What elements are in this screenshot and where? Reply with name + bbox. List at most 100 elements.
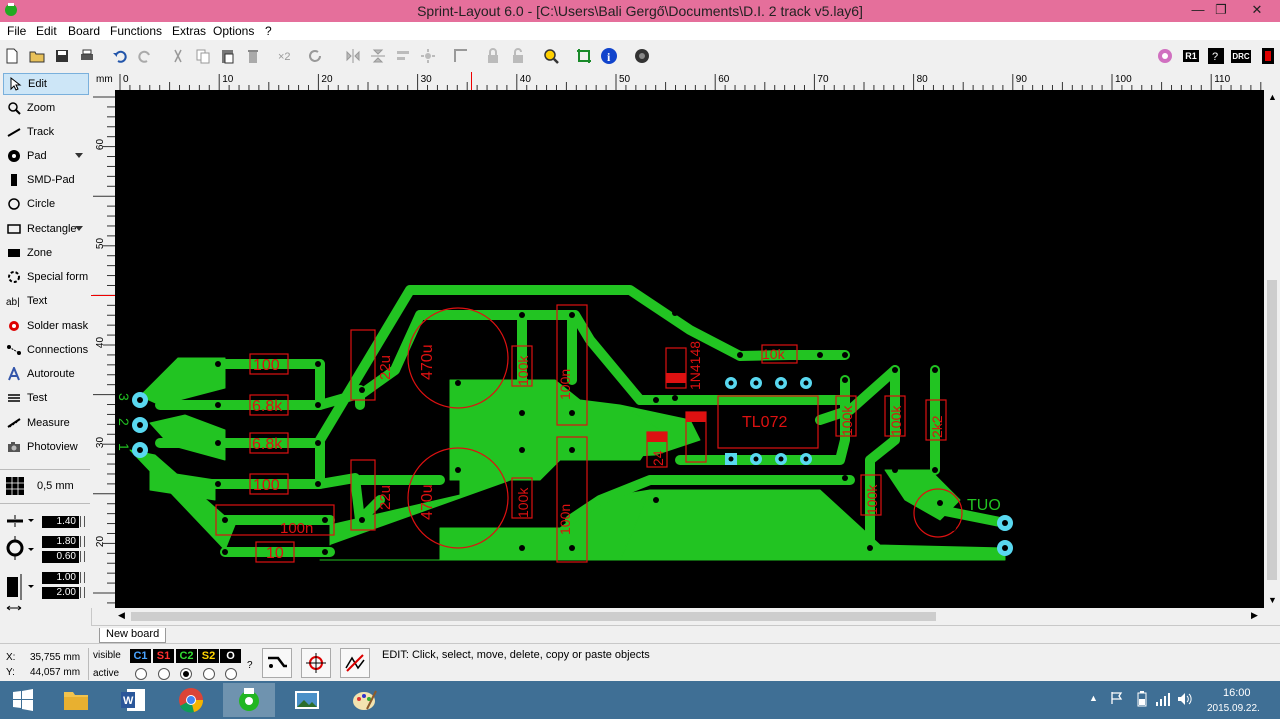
active-layer-radio-o[interactable] [225,668,237,680]
tool-zone[interactable]: Zone [3,242,89,264]
close-button[interactable]: ✕ [1242,0,1272,22]
track-width-value[interactable]: 1.40 [42,516,79,528]
pcb-layout[interactable]: 100 6.8k 6.8k 100 100n 10 22u 22u 470u 4… [115,90,1264,608]
tool-autoroute[interactable]: Autoroute [3,363,89,385]
layer-color-icon[interactable] [1155,46,1175,66]
active-layer-radio-s1[interactable] [158,668,170,680]
save-icon[interactable] [52,46,72,66]
chevron-down-icon[interactable] [75,153,83,158]
open-icon[interactable] [27,46,47,66]
components-icon[interactable] [632,46,652,66]
layer-s1-visible[interactable]: S1 [153,649,174,663]
active-layer-radio-c1[interactable] [135,668,147,680]
maximize-button[interactable]: ❐ [1206,0,1236,22]
horizontal-scroll-thumb[interactable] [131,612,936,621]
smd-width-value[interactable]: 1.00 [42,572,79,584]
scroll-down-icon[interactable]: ▼ [1268,595,1277,605]
layer-s2-visible[interactable]: S2 [198,649,219,663]
layer-help[interactable]: ? [247,660,253,671]
print-icon[interactable] [77,46,97,66]
undo-icon[interactable] [110,46,130,66]
smd-height-value[interactable]: 2.00 [42,587,79,599]
tool-zoom[interactable]: Zoom [3,97,89,119]
vertical-scroll-thumb[interactable] [1267,280,1277,580]
grid-icon[interactable] [5,476,25,496]
question-mark-icon[interactable]: ? [1206,46,1226,66]
mirror-v-icon[interactable] [368,46,388,66]
network-icon[interactable] [1155,691,1171,710]
start-icon[interactable] [0,683,46,717]
snap-icon[interactable] [451,46,471,66]
menu-extras[interactable]: Extras [172,24,206,38]
layer-o-visible[interactable]: O [220,649,241,663]
menu-functions[interactable]: Functions [110,24,162,38]
cut-icon[interactable] [168,46,188,66]
spin-icon[interactable] [80,536,85,547]
scroll-left-icon[interactable]: ◀ [118,610,125,621]
fit-icon[interactable] [574,46,594,66]
delete-icon[interactable] [243,46,263,66]
redo-icon[interactable] [135,46,155,66]
mirror-h-icon[interactable] [343,46,363,66]
file-explorer-icon[interactable] [50,683,102,717]
menu-edit[interactable]: Edit [36,24,57,38]
scroll-up-icon[interactable]: ▲ [1268,92,1277,102]
word-icon[interactable]: W [107,683,159,717]
scroll-right-icon[interactable]: ▶ [1251,610,1258,621]
tab-new-board[interactable]: New board [99,628,167,643]
unlock-icon[interactable] [508,46,528,66]
group-icon[interactable] [418,46,438,66]
menu-options[interactable]: Options [213,24,254,38]
action-center-icon[interactable] [1110,691,1124,708]
sprint-layout-icon[interactable] [223,683,275,717]
duplicate-x2-icon[interactable]: ×2 [276,46,296,66]
spin-icon[interactable] [80,551,85,562]
highlight-icon[interactable] [1258,46,1278,66]
menu-file[interactable]: File [7,24,26,38]
photo-viewer-icon[interactable] [281,683,333,717]
tool-circle[interactable]: Circle [3,193,89,215]
menu-board[interactable]: Board [68,24,100,38]
paste-icon[interactable] [218,46,238,66]
tool-special-form[interactable]: Special form [3,266,89,288]
vertical-scrollbar[interactable]: ▲ ▼ [1264,90,1280,608]
tool-rectangle[interactable]: Rectangle [3,218,89,240]
tool-edit[interactable]: Edit [3,73,89,95]
tray-expand-icon[interactable]: ▲ [1089,693,1098,703]
spin-icon[interactable] [80,516,85,527]
clock-date[interactable]: 2015.09.22. [1207,703,1260,714]
r1-icon[interactable]: R1 [1181,46,1201,66]
layer-c2-visible[interactable]: C2 [176,649,197,663]
rubberband-button[interactable] [340,648,370,678]
tool-measure[interactable]: Measure [3,412,89,434]
tool-pad[interactable]: Pad [3,145,89,167]
rotate-icon[interactable] [305,46,325,66]
chrome-icon[interactable] [165,683,217,717]
zoom-icon[interactable] [541,46,561,66]
lock-icon[interactable] [483,46,503,66]
tool-smd-pad[interactable]: SMD-Pad [3,169,89,191]
active-layer-radio-s2[interactable] [203,668,215,680]
volume-icon[interactable] [1177,691,1193,710]
copy-icon[interactable] [193,46,213,66]
chevron-down-icon[interactable] [75,226,83,231]
tool-connections[interactable]: Connections [3,339,89,361]
menu-help[interactable]: ? [265,24,272,38]
pcb-canvas[interactable]: 100 6.8k 6.8k 100 100n 10 22u 22u 470u 4… [115,90,1264,608]
tool-text[interactable]: ab| Text [3,290,89,312]
info-icon[interactable]: i [599,46,619,66]
pad-inner-value[interactable]: 0.60 [42,551,79,563]
paint-icon[interactable] [338,683,390,717]
align-icon[interactable] [393,46,413,66]
tool-track[interactable]: Track [3,121,89,143]
track-mode-button[interactable] [262,648,292,678]
battery-icon[interactable] [1136,691,1148,710]
layer-c1-visible[interactable]: C1 [130,649,151,663]
clock-time[interactable]: 16:00 [1223,687,1251,699]
crosshair-button[interactable] [301,648,331,678]
pad-outer-value[interactable]: 1.80 [42,536,79,548]
tool-solder-mask[interactable]: Solder mask [3,315,89,337]
spin-icon[interactable] [80,587,85,598]
tool-photoview[interactable]: Photoview [3,436,89,458]
horizontal-scrollbar[interactable]: ◀ ▶ [115,608,1264,625]
